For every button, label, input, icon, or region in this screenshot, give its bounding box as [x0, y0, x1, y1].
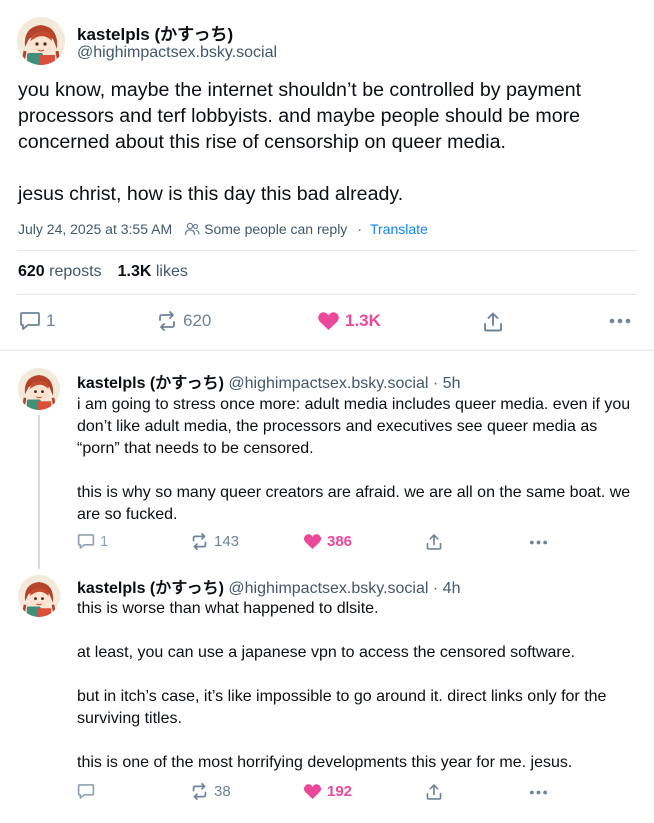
- reply-author-avatar[interactable]: [18, 575, 60, 617]
- likes-label: likes: [155, 263, 188, 280]
- more-icon: [529, 790, 548, 795]
- avatar-illustration: [17, 17, 65, 65]
- post-meta: July 24, 2025 at 3:55 AM Some people can…: [18, 221, 428, 237]
- reply-setting[interactable]: Some people can reply: [204, 221, 347, 237]
- reposts-count: 620: [18, 263, 45, 280]
- reply-author-avatar[interactable]: [18, 368, 60, 410]
- reply-header: kastelpls (かすっち) @highimpactsex.bsky.soc…: [77, 574, 460, 598]
- likes-count: 1.3K: [117, 263, 152, 280]
- like-button[interactable]: 386: [303, 533, 352, 550]
- reply-author-name[interactable]: kastelpls (かすっち): [77, 580, 224, 597]
- reply-author-name[interactable]: kastelpls (かすっち): [77, 375, 224, 392]
- reply-count: 1: [46, 311, 56, 330]
- reply-time[interactable]: · 4h: [433, 580, 461, 597]
- repost-button[interactable]: 38: [190, 783, 231, 800]
- more-icon: [609, 318, 631, 324]
- author-handle[interactable]: @highimpactsex.bsky.social: [77, 44, 277, 62]
- share-icon: [426, 784, 442, 800]
- repost-icon: [192, 783, 207, 800]
- likes-stat[interactable]: 1.3K likes: [118, 263, 188, 280]
- reposts-label: reposts: [49, 263, 102, 280]
- more-options-button[interactable]: [529, 790, 548, 795]
- reply-button[interactable]: [77, 783, 100, 800]
- repost-button[interactable]: 620: [156, 311, 211, 331]
- reply-icon: [77, 784, 95, 799]
- reply-post: kastelpls (かすっち) @highimpactsex.bsky.soc…: [0, 569, 654, 823]
- share-button[interactable]: [425, 533, 443, 551]
- engagement-stats: 620 reposts 1.3K likes: [18, 263, 188, 281]
- heart-icon: [303, 534, 322, 550]
- meta-separator: ·: [357, 221, 362, 237]
- like-button[interactable]: 192: [303, 783, 352, 800]
- avatar-illustration: [18, 368, 60, 410]
- reply-button[interactable]: 1: [19, 311, 55, 331]
- divider: [17, 294, 637, 295]
- reply-text: i am going to stress once more: adult me…: [77, 396, 631, 523]
- people-icon: [184, 222, 200, 236]
- like-button[interactable]: 1.3K: [317, 311, 381, 331]
- reply-author-handle[interactable]: @highimpactsex.bsky.social: [228, 375, 428, 392]
- author-avatar[interactable]: [17, 17, 65, 65]
- more-options-button[interactable]: [529, 540, 548, 545]
- post-text: you know, maybe the internet shouldn’t b…: [18, 79, 582, 205]
- reply-icon: [20, 312, 40, 330]
- like-count: 1.3K: [345, 311, 381, 330]
- share-icon: [426, 534, 442, 550]
- heart-icon: [303, 784, 322, 800]
- reply-header: kastelpls (かすっち) @highimpactsex.bsky.soc…: [77, 369, 460, 393]
- repost-icon: [159, 311, 175, 331]
- repost-icon: [192, 533, 207, 550]
- reply-time[interactable]: · 5h: [433, 375, 461, 392]
- reply-post: kastelpls (かすっち) @highimpactsex.bsky.soc…: [0, 351, 654, 569]
- like-count: 192: [327, 783, 353, 800]
- thread-line: [38, 415, 40, 569]
- share-button[interactable]: [425, 783, 443, 801]
- repost-button[interactable]: 143: [190, 533, 239, 550]
- heart-icon: [318, 312, 339, 331]
- more-icon: [529, 540, 548, 545]
- repost-count: 38: [214, 783, 231, 800]
- post-timestamp[interactable]: July 24, 2025 at 3:55 AM: [18, 221, 172, 237]
- avatar-illustration: [18, 575, 60, 617]
- translate-link[interactable]: Translate: [370, 221, 428, 237]
- share-icon: [484, 312, 502, 332]
- more-options-button[interactable]: [609, 318, 631, 324]
- repost-count: 620: [183, 311, 212, 330]
- repost-count: 143: [214, 533, 240, 550]
- divider: [17, 250, 637, 251]
- main-post: kastelpls (かすっち) @highimpactsex.bsky.soc…: [0, 0, 654, 351]
- reply-count: 1: [100, 533, 109, 550]
- like-count: 386: [327, 533, 353, 550]
- reply-text: this is worse than what happened to dlsi…: [77, 600, 607, 771]
- reply-icon: [77, 534, 95, 549]
- author-name[interactable]: kastelpls (かすっち): [77, 20, 233, 45]
- share-button[interactable]: [482, 311, 504, 333]
- reposts-stat[interactable]: 620 reposts: [18, 263, 102, 280]
- reply-button[interactable]: 1: [77, 533, 108, 550]
- reply-author-handle[interactable]: @highimpactsex.bsky.social: [228, 580, 428, 597]
